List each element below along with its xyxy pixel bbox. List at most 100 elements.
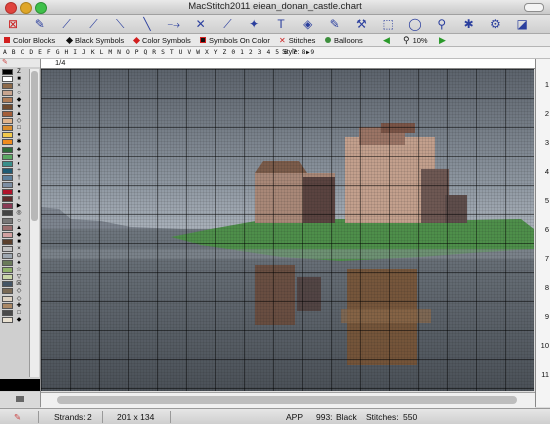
color-symbols-mode[interactable]: Color Symbols — [132, 34, 191, 46]
palette-color-swatch[interactable] — [2, 245, 13, 252]
palette-color-swatch[interactable] — [2, 295, 13, 302]
palette-entry[interactable]: ♦ — [2, 182, 28, 189]
palette-entry[interactable]: ♣ — [2, 146, 28, 153]
text-tool-icon[interactable]: T — [270, 15, 292, 33]
palette-color-swatch[interactable] — [2, 118, 13, 125]
palette-color-swatch[interactable] — [2, 274, 13, 281]
palette-color-swatch[interactable] — [2, 252, 13, 259]
palette-entry[interactable]: ☆ — [2, 267, 28, 274]
palette-entry[interactable]: ✱ — [2, 139, 28, 146]
magic-wand-tool-icon[interactable]: ✱ — [458, 15, 480, 33]
color-blocks-mode[interactable]: Color Blocks — [4, 34, 55, 46]
palette-scrollbar[interactable] — [29, 69, 39, 377]
palette-color-swatch[interactable] — [2, 75, 13, 82]
fill-tool-icon[interactable]: ◈ — [297, 15, 319, 33]
palette-brush-icon[interactable]: ✎ — [2, 59, 8, 66]
palette-entry[interactable]: □ — [2, 125, 28, 132]
palette-color-swatch[interactable] — [2, 309, 13, 316]
chart-grid[interactable] — [41, 69, 534, 391]
lasso-tool-icon[interactable]: ◯ — [404, 15, 426, 33]
zoom-in-button[interactable]: ▶ — [439, 34, 446, 46]
palette-color-swatch[interactable] — [2, 139, 13, 146]
palette-color-swatch[interactable] — [2, 189, 13, 196]
palette-entry[interactable]: ○ — [2, 217, 28, 224]
palette-entry[interactable]: † — [2, 174, 28, 181]
palette-color-swatch[interactable] — [2, 267, 13, 274]
status-brush-icon[interactable]: ✎ — [14, 409, 21, 424]
toolbar-toggle-button[interactable] — [524, 3, 544, 12]
palette-color-swatch[interactable] — [2, 68, 13, 75]
palette-entry[interactable]: ÷ — [2, 167, 28, 174]
palette-color-swatch[interactable] — [2, 160, 13, 167]
palette-entry[interactable]: ♠ — [2, 260, 28, 267]
bead-tool-icon[interactable]: ⟋ — [216, 15, 238, 33]
palette-entry[interactable]: ▶ — [2, 203, 28, 210]
zoom-out-button[interactable]: ◀ — [383, 34, 390, 46]
palette-entry[interactable]: ◇ — [2, 288, 28, 295]
palette-square-icon[interactable] — [16, 396, 24, 402]
needle-tool-icon[interactable]: ⤍ — [163, 15, 185, 33]
rect-select-tool-icon[interactable]: ⬚ — [377, 15, 399, 33]
backstitch-tool-icon[interactable]: ⟋ — [56, 15, 78, 33]
palette-entry[interactable]: ◎ — [2, 210, 28, 217]
alphabet-letters[interactable]: A B C D E F G H I J K L M N O P Q R S T … — [3, 47, 315, 58]
palette-color-swatch[interactable] — [2, 82, 13, 89]
zoom-control[interactable]: ⚲ 10% — [403, 34, 428, 46]
palette-color-swatch[interactable] — [2, 281, 13, 288]
palette-entry[interactable]: ◇ — [2, 295, 28, 302]
palette-color-swatch[interactable] — [2, 217, 13, 224]
palette-entry[interactable]: ◆ — [2, 96, 28, 103]
palette-entry[interactable]: ● — [2, 189, 28, 196]
strands-value[interactable]: 2 — [87, 409, 92, 424]
palette-color-swatch[interactable] — [2, 146, 13, 153]
zoom-tool-icon[interactable]: ⚲ — [431, 15, 453, 33]
knot-tool-icon[interactable]: ✦ — [243, 15, 265, 33]
eraser-tool-icon[interactable]: ◪ — [511, 15, 533, 33]
palette-entry[interactable]: ▼ — [2, 153, 28, 160]
palette-color-swatch[interactable] — [2, 125, 13, 132]
stamp-tool-icon[interactable]: ⚒ — [350, 15, 372, 33]
stitches-mode[interactable]: ✕ Stitches — [279, 34, 315, 46]
palette-color-swatch[interactable] — [2, 182, 13, 189]
palette-entry[interactable]: ▲ — [2, 111, 28, 118]
quarter-stitch-tool-icon[interactable]: ⟍ — [109, 15, 131, 33]
palette-color-swatch[interactable] — [2, 132, 13, 139]
palette-entry[interactable]: ▽ — [2, 274, 28, 281]
palette-color-swatch[interactable] — [2, 288, 13, 295]
palette-color-swatch[interactable] — [2, 224, 13, 231]
palette-entry[interactable]: ● — [2, 132, 28, 139]
palette-entry[interactable]: ◆ — [2, 231, 28, 238]
chart-canvas[interactable] — [41, 69, 534, 391]
symbols-on-color-mode[interactable]: Symbols On Color — [200, 34, 270, 46]
style-dropdown-icon[interactable]: ▶ — [306, 47, 310, 58]
palette-color-swatch[interactable] — [2, 302, 13, 309]
palette-color-swatch[interactable] — [2, 231, 13, 238]
palette-color-swatch[interactable] — [2, 238, 13, 245]
horizontal-scroll-thumb[interactable] — [57, 396, 517, 404]
select-tool-icon[interactable]: ⊠ — [2, 15, 24, 33]
palette-entry[interactable]: □ — [2, 309, 28, 316]
palette-entry[interactable]: × — [2, 82, 28, 89]
palette-entry[interactable]: Z — [2, 68, 28, 75]
palette-entry[interactable]: ♥ — [2, 103, 28, 111]
chart-settings-icon[interactable]: ⚙ — [484, 15, 506, 33]
palette-color-swatch[interactable] — [2, 316, 13, 323]
palette-entry[interactable]: ■ — [2, 75, 28, 82]
palette-color-swatch[interactable] — [2, 196, 13, 203]
palette-entry[interactable]: ⊙ — [2, 252, 28, 259]
palette-color-swatch[interactable] — [2, 203, 13, 210]
palette-entry[interactable]: ◆ — [2, 316, 28, 323]
black-symbols-mode[interactable]: Black Symbols — [65, 34, 124, 46]
current-color-well[interactable] — [0, 379, 40, 391]
cross-tool-icon[interactable]: ✕ — [190, 15, 212, 33]
pencil-tool-icon[interactable]: ✎ — [29, 15, 51, 33]
palette-entry[interactable]: ◐ — [2, 160, 28, 167]
eyedropper-tool-icon[interactable]: ✎ — [324, 15, 346, 33]
palette-color-swatch[interactable] — [2, 104, 13, 111]
balloons-mode[interactable]: Balloons — [325, 34, 363, 46]
horizontal-scrollbar[interactable] — [41, 392, 535, 408]
palette-color-swatch[interactable] — [2, 260, 13, 267]
palette-color-swatch[interactable] — [2, 210, 13, 217]
palette-color-swatch[interactable] — [2, 174, 13, 181]
palette-color-swatch[interactable] — [2, 153, 13, 160]
